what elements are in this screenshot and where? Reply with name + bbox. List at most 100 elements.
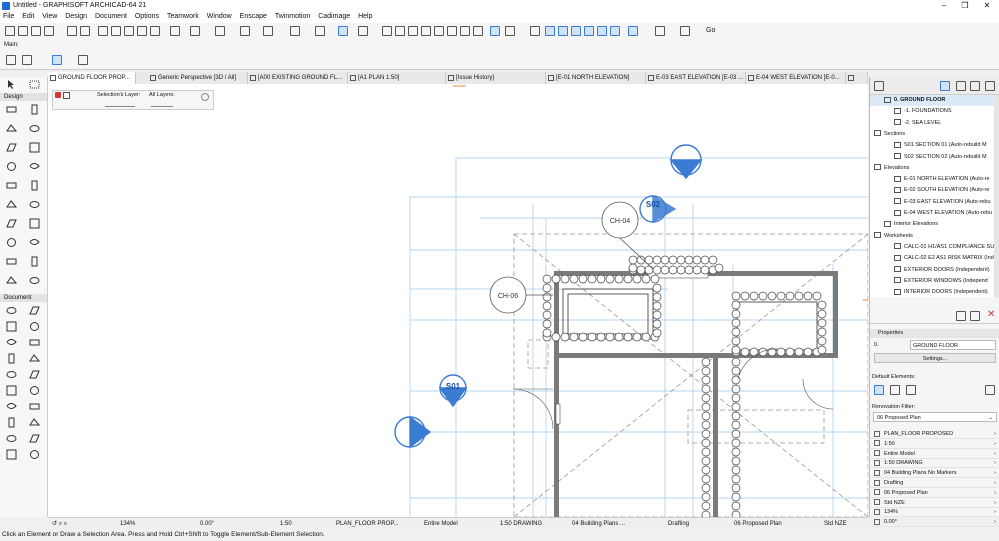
view-property-row[interactable]: 1:50 DRAWING › <box>870 458 999 469</box>
navigator-item[interactable]: INTERIOR DOORS (Independent) <box>870 287 994 297</box>
project-map-icon[interactable] <box>940 81 950 91</box>
minimize-icon[interactable]: – <box>934 1 954 11</box>
worksheet-tool-icon[interactable] <box>29 433 40 444</box>
navigator-item[interactable]: EXTERIOR DOORS (Independent) <box>870 265 994 276</box>
orbit-icon[interactable] <box>6 55 16 65</box>
suspend-groups-icon[interactable] <box>263 26 273 36</box>
story-name-field[interactable]: GROUND FLOOR <box>910 340 996 350</box>
menu-edit[interactable]: Edit <box>19 12 37 21</box>
corner-window-tool-icon[interactable] <box>6 275 18 286</box>
section-tool-icon[interactable] <box>6 417 17 428</box>
figure-tool-icon[interactable] <box>29 449 40 460</box>
renovation-filter-select[interactable]: 06 Proposed Plan ⌄ <box>873 412 997 422</box>
tab-a1-plan[interactable]: [A1 PLAN 1:50] <box>348 72 446 84</box>
navigator-item[interactable]: E-04 WEST ELEVATION (Auto-rebu <box>870 208 994 219</box>
navigator-item[interactable]: S02 SECTION 02 (Auto-rebuild M <box>870 152 994 163</box>
split-icon[interactable] <box>382 26 392 36</box>
window-layout-icon[interactable] <box>628 26 638 36</box>
menu-help[interactable]: Help <box>355 12 375 21</box>
copy-icon[interactable] <box>111 26 121 36</box>
text-tool-icon[interactable] <box>6 337 17 348</box>
change-tool-icon[interactable] <box>6 449 17 460</box>
curtain-wall-tool-icon[interactable] <box>6 180 17 191</box>
view-property-row[interactable]: 1:50 › <box>870 439 999 449</box>
close-icon[interactable]: ✕ <box>977 1 997 11</box>
circle-tool-icon[interactable] <box>6 369 17 380</box>
menu-options[interactable]: Options <box>132 12 162 21</box>
marquee-tool[interactable] <box>29 79 40 90</box>
opening-tool-icon[interactable] <box>29 256 40 267</box>
spline-tool-icon[interactable] <box>29 385 40 396</box>
label-tool-icon[interactable] <box>29 337 40 348</box>
menu-enscape[interactable]: Enscape <box>237 12 270 21</box>
clone-view-icon[interactable] <box>970 311 980 321</box>
layers-icon[interactable] <box>290 26 300 36</box>
tab-overflow[interactable] <box>846 72 868 84</box>
mesh-tool-icon[interactable] <box>29 237 40 248</box>
navigator-item[interactable]: CALC-02 E2 AS1 RISK MATRIX (Ind <box>870 253 994 264</box>
floor-plan-icon[interactable] <box>545 26 555 36</box>
beam-tool-icon[interactable] <box>6 123 18 134</box>
menu-document[interactable]: Document <box>92 12 130 21</box>
arc-tool-icon[interactable] <box>29 369 40 380</box>
tab-a00-existing[interactable]: [A00 EXISTING GROUND FL... <box>248 72 348 84</box>
grid-display-icon[interactable] <box>490 26 500 36</box>
navigator-scrollbar[interactable] <box>994 95 999 297</box>
detail-tool-icon[interactable] <box>6 433 17 444</box>
arrow-tool[interactable] <box>6 79 17 90</box>
trim-icon[interactable] <box>395 26 405 36</box>
layout-book-icon[interactable] <box>970 81 980 91</box>
radial-dimension-tool-icon[interactable] <box>6 321 17 332</box>
view-property-row[interactable]: 04 Building Plans No Markers › <box>870 468 999 479</box>
3d-window-icon[interactable] <box>655 26 665 36</box>
door-tool-icon[interactable] <box>29 180 40 191</box>
stair-tool-icon[interactable] <box>6 161 17 172</box>
publisher-icon[interactable] <box>985 81 995 91</box>
settings-button[interactable]: Settings... <box>874 353 996 363</box>
railing-tool-icon[interactable] <box>29 161 40 172</box>
teamwork-icon[interactable] <box>358 26 368 36</box>
view-property-row[interactable]: 0.00° › <box>870 517 999 528</box>
redo-icon[interactable] <box>80 26 90 36</box>
rotate-icon[interactable] <box>447 26 457 36</box>
view-property-row[interactable]: Std NZE › <box>870 498 999 508</box>
properties-header[interactable]: Properties <box>870 329 999 338</box>
menu-design[interactable]: Design <box>62 12 90 21</box>
eyedropper-icon[interactable] <box>137 26 147 36</box>
shell-tool-icon[interactable] <box>29 142 40 153</box>
roof-tool-icon[interactable] <box>6 142 17 153</box>
view-property-row[interactable]: 134% › <box>870 507 999 518</box>
navigator-item[interactable]: E-03 EAST ELEVATION (Auto-rebu <box>870 197 994 208</box>
window-tool-icon[interactable] <box>6 199 18 210</box>
tab-west-elevation[interactable]: E-04 WEST ELEVATION [E-0... <box>746 72 846 84</box>
morph-tool-icon[interactable] <box>6 256 17 267</box>
favorites-icon[interactable] <box>985 385 995 395</box>
offset-icon[interactable] <box>434 26 444 36</box>
arrow-tool-icon[interactable] <box>78 55 88 65</box>
line-tool-icon[interactable] <box>29 353 41 364</box>
new-file-icon[interactable] <box>5 26 15 36</box>
go-menu[interactable]: Go <box>706 27 715 34</box>
rotate-view-icon[interactable] <box>52 55 62 65</box>
cut-icon[interactable] <box>98 26 108 36</box>
section-marker-s02[interactable]: S02 <box>646 200 661 209</box>
guide-line-icon[interactable] <box>190 26 200 36</box>
arrow-settings-icon[interactable] <box>63 92 70 99</box>
all-layers-toggle[interactable] <box>151 101 173 107</box>
navigator-item[interactable]: Elevations <box>870 163 994 174</box>
syringe-icon[interactable] <box>150 26 160 36</box>
menu-file[interactable]: File <box>0 12 17 21</box>
trace-icon[interactable] <box>338 26 348 36</box>
column-tool-icon[interactable] <box>29 104 40 115</box>
3d-view-icon[interactable] <box>571 26 581 36</box>
skylight-tool-icon[interactable] <box>29 199 40 210</box>
snap-guide-icon[interactable] <box>215 26 225 36</box>
elevation-tool-icon[interactable] <box>29 417 41 428</box>
tab-generic-perspective[interactable]: Generic Perspective [3D / All] <box>148 72 248 84</box>
lamp-tool-icon[interactable] <box>6 237 17 248</box>
pointer-arrow-icon[interactable] <box>170 26 180 36</box>
elevate-icon[interactable] <box>473 26 483 36</box>
navigator-item[interactable]: EXTERIOR WINDOWS (Independ <box>870 276 994 287</box>
delete-icon[interactable]: ✕ <box>987 309 995 320</box>
navigator-item[interactable]: -1. FOUNDATIONS <box>870 106 994 117</box>
